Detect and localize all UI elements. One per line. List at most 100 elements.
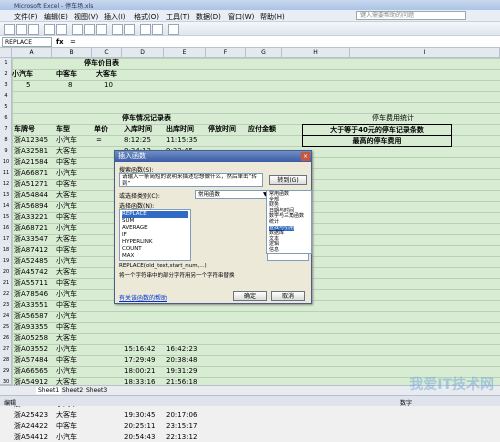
menu-format[interactable]: 格式(O) (134, 12, 159, 22)
record-cell[interactable]: 浙A55711 (14, 278, 48, 288)
record-cell[interactable]: 22:13:12 (166, 432, 197, 442)
record-cell[interactable]: 浙A57484 (14, 355, 48, 365)
record-cell[interactable]: 浙A32581 (14, 146, 48, 156)
record-cell[interactable]: 11:15:35 (166, 135, 197, 145)
column-header-d[interactable]: D (122, 48, 164, 58)
category-select[interactable]: 常用函数 (195, 190, 271, 199)
help-search-input[interactable]: 键入需要帮助的问题 (356, 11, 466, 20)
row-number[interactable]: 23 (0, 302, 12, 308)
function-list-item[interactable]: HYPERLINK (122, 239, 188, 246)
row-number[interactable]: 10 (0, 159, 12, 165)
record-cell[interactable]: 浙A21584 (14, 157, 48, 167)
function-list-item[interactable]: COUNT (122, 246, 188, 253)
row-number[interactable]: 2 (0, 71, 12, 77)
name-box[interactable]: REPLACE (2, 37, 52, 47)
record-cell[interactable]: 小汽车 (56, 168, 77, 178)
record-cell[interactable]: 大客车 (56, 146, 77, 156)
record-cell[interactable]: 浙A93355 (14, 322, 48, 332)
record-cell[interactable]: 20:25:11 (124, 421, 155, 431)
help-link[interactable]: 有关该函数的帮助 (119, 293, 167, 302)
cut-icon[interactable] (72, 24, 83, 35)
record-cell[interactable]: 浙A78546 (14, 289, 48, 299)
row-number[interactable]: 6 (0, 115, 12, 121)
row-number[interactable]: 11 (0, 170, 12, 176)
function-list-item[interactable]: REPLACE (122, 211, 188, 218)
function-list-item[interactable]: IF (122, 232, 188, 239)
menu-data[interactable]: 数据(D) (196, 12, 221, 22)
record-cell[interactable]: 中客车 (56, 157, 77, 167)
record-cell[interactable]: 小汽车 (56, 256, 77, 266)
record-cell[interactable]: 浙A54844 (14, 190, 48, 200)
record-cell[interactable]: 浙A33547 (14, 234, 48, 244)
record-cell[interactable]: 中客车 (56, 179, 77, 189)
record-cell[interactable]: 浙A52485 (14, 256, 48, 266)
select-all-corner[interactable] (0, 48, 12, 58)
record-cell[interactable]: 小汽车 (56, 201, 77, 211)
row-number[interactable]: 8 (0, 137, 12, 143)
record-cell[interactable]: 小汽车 (56, 311, 77, 321)
record-cell[interactable]: 小汽车 (56, 223, 77, 233)
record-cell[interactable]: 中客车 (56, 278, 77, 288)
record-cell[interactable]: 中客车 (56, 245, 77, 255)
row-number[interactable]: 14 (0, 203, 12, 209)
row-number[interactable]: 15 (0, 214, 12, 220)
row-number[interactable]: 9 (0, 148, 12, 154)
record-cell[interactable]: 大客车 (56, 190, 77, 200)
column-header-e[interactable]: E (164, 48, 206, 58)
record-cell[interactable]: 15:16:42 (124, 344, 155, 354)
row-number[interactable]: 24 (0, 313, 12, 319)
record-cell[interactable]: 大客车 (56, 234, 77, 244)
formula-content[interactable]: = (70, 38, 76, 46)
record-cell[interactable]: 中客车 (56, 355, 77, 365)
row-number[interactable]: 16 (0, 225, 12, 231)
record-cell[interactable]: 浙A51271 (14, 179, 48, 189)
column-header-f[interactable]: F (206, 48, 246, 58)
row-number[interactable]: 28 (0, 357, 12, 363)
record-cell[interactable]: 大客车 (56, 267, 77, 277)
preview-icon[interactable] (56, 24, 67, 35)
record-cell[interactable]: 20:54:43 (124, 432, 155, 442)
record-cell[interactable]: 大客车 (56, 410, 77, 420)
row-number[interactable]: 1 (0, 60, 12, 66)
column-header-g[interactable]: G (246, 48, 282, 58)
row-number[interactable]: 18 (0, 247, 12, 253)
ok-button[interactable]: 确定 (233, 291, 267, 301)
record-cell[interactable]: 19:30:45 (124, 410, 155, 420)
menu-file[interactable]: 文件(F) (14, 12, 38, 22)
record-cell[interactable]: 浙A03552 (14, 344, 48, 354)
row-number[interactable]: 30 (0, 379, 12, 385)
row-number[interactable]: 27 (0, 346, 12, 352)
open-icon[interactable] (16, 24, 27, 35)
column-header-h[interactable]: H (282, 48, 350, 58)
record-cell[interactable]: 20:38:48 (166, 355, 197, 365)
menu-help[interactable]: 帮助(H) (260, 12, 285, 22)
record-cell[interactable]: 16:42:23 (166, 344, 197, 354)
row-number[interactable]: 4 (0, 93, 12, 99)
row-number[interactable]: 22 (0, 291, 12, 297)
record-cell[interactable]: 大客车 (56, 333, 77, 343)
function-list-item[interactable]: AVERAGE (122, 225, 188, 232)
column-header-a[interactable]: A (12, 48, 52, 58)
row-number[interactable]: 13 (0, 192, 12, 198)
menu-window[interactable]: 窗口(W) (228, 12, 254, 22)
search-function-input[interactable]: 请输入一条简短的说明来描述您想做什么，然后单击“转到” (119, 173, 263, 187)
menu-edit[interactable]: 编辑(E) (44, 12, 68, 22)
undo-icon[interactable] (112, 24, 123, 35)
record-cell[interactable]: 浙A68721 (14, 223, 48, 233)
record-cell[interactable]: = (96, 135, 102, 145)
save-icon[interactable] (28, 24, 39, 35)
record-cell[interactable]: 中客车 (56, 300, 77, 310)
row-number[interactable]: 19 (0, 258, 12, 264)
row-number[interactable]: 12 (0, 181, 12, 187)
function-list-item[interactable]: MAX (122, 253, 188, 260)
menu-insert[interactable]: 插入(I) (104, 12, 126, 22)
record-cell[interactable]: 小汽车 (56, 366, 77, 376)
record-cell[interactable]: 17:29:49 (124, 355, 155, 365)
record-cell[interactable]: 浙A66565 (14, 366, 48, 376)
menu-tools[interactable]: 工具(T) (166, 12, 190, 22)
row-number[interactable]: 20 (0, 269, 12, 275)
record-cell[interactable]: 浙A66871 (14, 168, 48, 178)
print-icon[interactable] (44, 24, 55, 35)
record-cell[interactable]: 浙A87412 (14, 245, 48, 255)
close-icon[interactable]: × (301, 152, 310, 161)
